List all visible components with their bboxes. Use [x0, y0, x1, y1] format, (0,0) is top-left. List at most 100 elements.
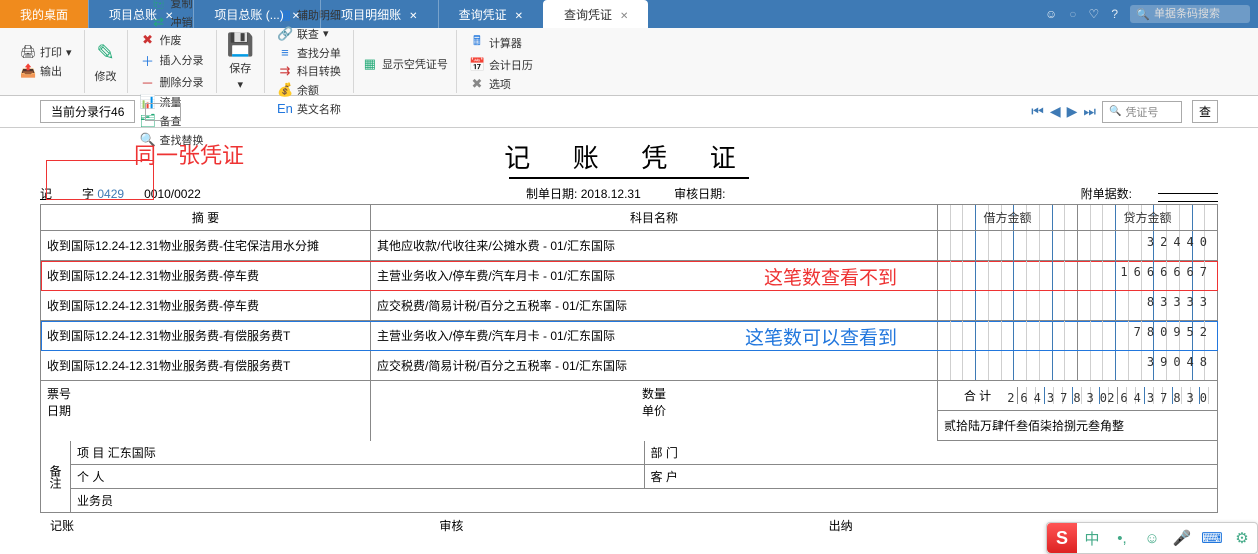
label: 插入分录: [160, 52, 204, 68]
first-icon[interactable]: ⏮: [1031, 103, 1044, 120]
bell-icon[interactable]: ○: [1069, 7, 1076, 21]
tab-query1[interactable]: 查询凭证 ✕: [438, 0, 543, 28]
voucher-seq: 0429: [97, 187, 124, 201]
prev-icon[interactable]: ◀: [1050, 103, 1061, 120]
find-replace-button[interactable]: 🔍查找替换: [138, 131, 206, 149]
make-date: 2018.12.31: [581, 187, 641, 201]
check-button[interactable]: 查: [1192, 100, 1218, 123]
balance-button[interactable]: 💰余额: [275, 81, 343, 99]
tab-ledger[interactable]: 项目总账✕: [88, 0, 193, 28]
summary-cell: 收到国际12.24-12.31物业服务费-停车费: [41, 291, 371, 321]
modify-button[interactable]: ✎ 修改: [91, 38, 121, 86]
close-icon[interactable]: ✕: [515, 11, 523, 22]
label: 英文名称: [297, 101, 341, 117]
label: 会计日历: [489, 57, 533, 73]
last-icon[interactable]: ⏭: [1083, 103, 1096, 120]
toolbar: 🖨打印 ▾ 📤输出 ✎修改 ⎌放弃 ⎘复制 ⇄冲销 ✖作废 ＋插入分录 －删除分…: [0, 28, 1258, 96]
voucher-zi: 字: [82, 187, 94, 201]
next-icon[interactable]: ▶: [1067, 103, 1078, 120]
find-entry-button[interactable]: ≡查找分单: [275, 44, 343, 62]
user-icon[interactable]: ☺: [1045, 7, 1057, 21]
calc-button[interactable]: 🖩计算器: [467, 31, 535, 55]
tab-detail[interactable]: 项目明细账✕: [320, 0, 437, 28]
header-subject: 科目名称: [371, 205, 938, 231]
tab-label: 我的桌面: [20, 8, 68, 22]
table-row[interactable]: 收到国际12.24-12.31物业服务费-有偿服务费T主营业务收入/停车费/汽车…: [41, 321, 1218, 351]
header-summary: 摘 要: [41, 205, 371, 231]
calendar-button[interactable]: 📅会计日历: [467, 56, 535, 74]
header-credit: 贷方金额: [1078, 205, 1218, 231]
ime-s-icon[interactable]: S: [1047, 523, 1077, 553]
print-button[interactable]: 🖨打印 ▾: [18, 43, 74, 61]
top-icons: ☺ ○ ♡ ? 🔍: [1045, 0, 1258, 28]
help-icon[interactable]: ?: [1111, 7, 1118, 21]
tab-label: 查询凭证: [459, 8, 507, 22]
subject-cell: 主营业务收入/停车费/汽车月卡 - 01/汇东国际这笔数可以查看到: [371, 321, 938, 351]
english-button[interactable]: En 英文名称: [275, 100, 343, 118]
save-icon: 💾: [227, 32, 254, 58]
voucher-no-input[interactable]: 🔍凭证号: [1102, 101, 1182, 123]
label: 修改: [95, 68, 117, 84]
save-button[interactable]: 💾保存 ▾: [223, 30, 258, 93]
label: 打印: [40, 44, 62, 60]
bookkeeper-label: 记账: [50, 517, 74, 534]
close-icon[interactable]: ✕: [292, 11, 300, 22]
invalid-button[interactable]: ✖作废: [138, 31, 206, 49]
ime-settings-button[interactable]: ⚙: [1227, 523, 1257, 553]
table-row[interactable]: 收到国际12.24-12.31物业服务费-停车费主营业务收入/停车费/汽车月卡 …: [41, 261, 1218, 291]
attach-label: 附单据数:: [1081, 185, 1132, 202]
project-label: 项 目: [77, 446, 104, 460]
calendar-icon: 📅: [469, 57, 485, 73]
customer-label: 客 户: [645, 465, 1218, 488]
entry-input[interactable]: [145, 103, 181, 121]
summary-cell: 收到国际12.24-12.31物业服务费-有偿服务费T: [41, 351, 371, 381]
table-row[interactable]: 收到国际12.24-12.31物业服务费-住宅保洁用水分摊其他应收款/代收往来/…: [41, 231, 1218, 261]
output-button[interactable]: 📤输出: [18, 62, 74, 80]
placeholder: 凭证号: [1125, 104, 1158, 120]
make-date-label: 制单日期:: [526, 187, 577, 201]
cashier-label: 出纳: [829, 517, 853, 534]
options-button[interactable]: ✖选项: [467, 75, 535, 93]
heart-icon[interactable]: ♡: [1089, 7, 1100, 21]
subject-cell: 应交税费/简易计税/百分之五税率 - 01/汇东国际: [371, 291, 938, 321]
close-icon[interactable]: ✕: [620, 11, 628, 22]
table-row[interactable]: 收到国际12.24-12.31物业服务费-有偿服务费T应交税费/简易计税/百分之…: [41, 351, 1218, 381]
subj-transfer-button[interactable]: ⇉科目转换: [275, 62, 343, 80]
subject-cell: 主营业务收入/停车费/汽车月卡 - 01/汇东国际这笔数查看不到: [371, 261, 938, 291]
ime-bar: S 中 •, ☺ 🎤 ⌨ ⚙: [1046, 522, 1258, 554]
ime-punct-button[interactable]: •,: [1107, 523, 1137, 553]
footer-block: 备注 项 目 汇东国际部 门 个 人客 户 业务员: [40, 441, 1218, 513]
table-row[interactable]: 收到国际12.24-12.31物业服务费-停车费应交税费/简易计税/百分之五税率…: [41, 291, 1218, 321]
ime-lang-button[interactable]: 中: [1077, 523, 1107, 553]
voucher-title: 记 账 凭 证: [40, 132, 1218, 177]
ime-mic-button[interactable]: 🎤: [1167, 523, 1197, 553]
gear-icon: ✖: [469, 76, 485, 92]
insert-entry-button[interactable]: ＋插入分录: [138, 50, 206, 71]
label: 删除分录: [160, 74, 204, 90]
find-icon: 🔍: [140, 132, 156, 148]
delete-icon: －: [140, 73, 156, 92]
label: 科目转换: [297, 63, 341, 79]
price-label: 单价: [642, 404, 666, 418]
voucher-area: 记 账 凭 证 记字 0429 0010/0022 制单日期: 2018.12.…: [0, 128, 1258, 513]
ime-keyboard-button[interactable]: ⌨: [1197, 523, 1227, 553]
current-entry-info: 当前分录行46: [40, 100, 135, 123]
ime-face-button[interactable]: ☺: [1137, 523, 1167, 553]
label: 选项: [489, 76, 511, 92]
output-icon: 📤: [20, 63, 36, 79]
edit-icon: ✎: [96, 40, 114, 66]
tab-ledger2[interactable]: 项目总账 (...)✕: [193, 0, 320, 28]
close-icon[interactable]: ✕: [165, 11, 173, 22]
summary-cell: 收到国际12.24-12.31物业服务费-有偿服务费T: [41, 321, 371, 351]
tab-desktop[interactable]: 我的桌面: [0, 0, 88, 28]
total-credit: 26437830: [1107, 391, 1213, 405]
operator-label: 业务员: [71, 489, 1217, 512]
summary-cell: 收到国际12.24-12.31物业服务费-停车费: [41, 261, 371, 291]
label: 保存: [229, 60, 251, 76]
en-icon: En: [277, 101, 293, 116]
project-value: 汇东国际: [108, 446, 156, 460]
delete-entry-button[interactable]: －删除分录: [138, 72, 206, 93]
close-icon[interactable]: ✕: [409, 11, 417, 22]
tab-query2[interactable]: 查询凭证✕: [543, 0, 648, 28]
show-empty-button[interactable]: ▦显示空凭证号: [360, 50, 450, 73]
